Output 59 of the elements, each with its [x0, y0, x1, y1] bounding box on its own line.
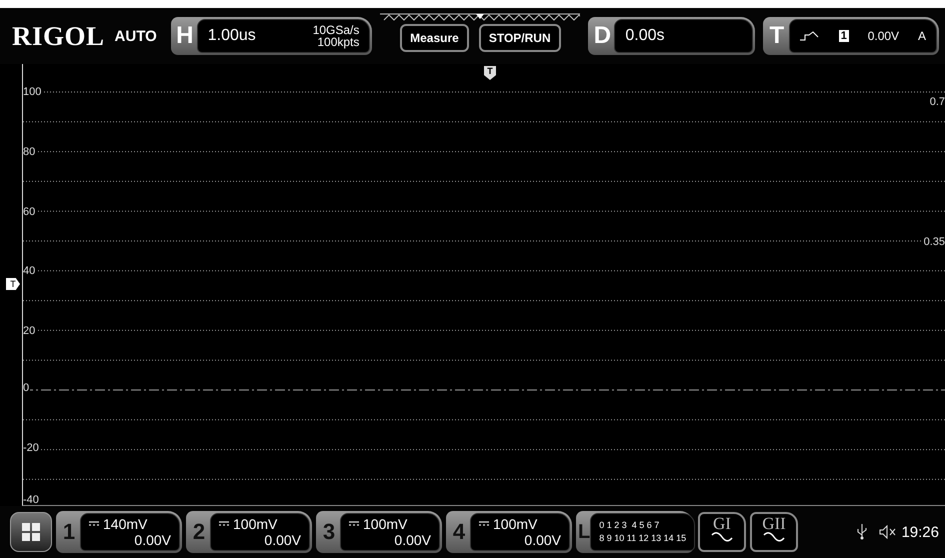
- axis-label: 20: [23, 325, 36, 337]
- vertical-scale: 100mV: [363, 516, 408, 532]
- apps-button[interactable]: [10, 512, 52, 552]
- sine-wave-icon: [763, 532, 785, 542]
- measure-button[interactable]: Measure: [400, 24, 469, 52]
- sine-wave-icon: [711, 532, 733, 542]
- trigger-position-marker[interactable]: T: [484, 66, 496, 80]
- generator-button[interactable]: GII: [750, 512, 798, 552]
- channel-panel[interactable]: 3 100mV 0.00V: [316, 511, 442, 553]
- trigger-mode-status: AUTO: [114, 28, 157, 44]
- memory-depth: 100kpts: [317, 36, 360, 48]
- channel-panel[interactable]: 4 100mV 0.00V: [446, 511, 572, 553]
- delay-value: 0.00s: [625, 27, 665, 45]
- scale-label: 0.7: [928, 96, 945, 108]
- muted-speaker-icon: [879, 525, 898, 539]
- vertical-offset: 0.00V: [134, 532, 171, 548]
- channel-number: 2: [192, 518, 206, 546]
- scale-label: 0.35: [922, 236, 945, 248]
- axis-label: 100: [23, 86, 42, 98]
- delay-panel[interactable]: D 0.00s: [588, 17, 755, 55]
- dc-coupling-icon: [219, 521, 229, 527]
- vertical-scale: 140mV: [103, 516, 148, 532]
- generator-button[interactable]: GI: [698, 512, 746, 552]
- trigger-level: 0.00V: [868, 29, 900, 43]
- vertical-scale: 100mV: [493, 516, 538, 532]
- trigger-source: 1: [838, 30, 849, 42]
- vertical-offset: 0.00V: [524, 532, 561, 548]
- sample-rate: 10GSa/s: [312, 24, 360, 36]
- logo: RIGOL: [12, 20, 105, 52]
- channel-number: 1: [62, 518, 76, 546]
- timebase-value: 1.00us: [208, 27, 256, 45]
- dc-coupling-icon: [349, 521, 359, 527]
- dc-coupling-icon: [479, 521, 489, 527]
- channel-panel[interactable]: 1 140mV 0.00V: [56, 511, 182, 553]
- axis-label: -40: [23, 494, 40, 505]
- axis-label: 0: [23, 382, 30, 394]
- trigger-sweep-mode: A: [918, 29, 926, 43]
- grid-icon: [21, 522, 41, 542]
- vertical-offset: 0.00V: [264, 532, 301, 548]
- trigger-level-marker[interactable]: T: [6, 278, 20, 290]
- channel-number: 4: [452, 518, 466, 546]
- stop-run-button[interactable]: STOP/RUN: [478, 24, 561, 52]
- axis-label: -20: [23, 442, 40, 454]
- channel-panel[interactable]: 2 100mV 0.00V: [186, 511, 312, 553]
- usb-icon: [857, 524, 868, 540]
- rising-edge-icon: [800, 31, 820, 41]
- axis-label: 60: [23, 206, 36, 218]
- logic-channels-row: 8 9 10 11 12 13 14 15: [599, 532, 686, 545]
- channel-number: 3: [322, 518, 336, 546]
- dc-coupling-icon: [89, 521, 99, 527]
- vertical-offset: 0.00V: [394, 532, 431, 548]
- clock-time: 19:26: [901, 524, 939, 540]
- trigger-panel[interactable]: T 1 0.00V A: [762, 17, 939, 55]
- horizontal-panel[interactable]: H 1.00us 10GSa/s 100kpts: [170, 17, 372, 55]
- axis-label: 40: [23, 265, 36, 277]
- vertical-scale: 100mV: [233, 516, 278, 532]
- waveform-position-icon: [380, 12, 580, 22]
- logic-channels-row-text: 0 1 2 3 4 5 6 7: [599, 519, 660, 532]
- axis-label: 80: [23, 146, 36, 158]
